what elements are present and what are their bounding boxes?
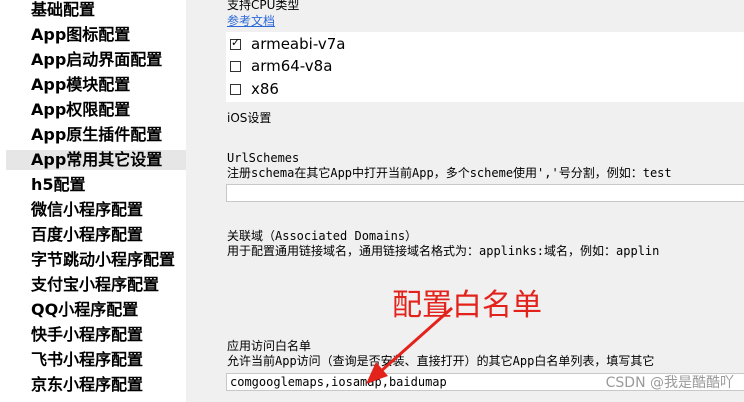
sidebar-item-h5[interactable]: h5配置 xyxy=(31,175,86,195)
settings-content: 支持CPU类型 参考文档 armeabi-v7a arm64-v8a x86 i… xyxy=(222,0,744,402)
ios-settings-title: iOS设置 xyxy=(227,111,272,125)
checkbox-icon[interactable] xyxy=(230,83,241,95)
sidebar-item-toutiao-mp[interactable]: 字节跳动小程序配置 xyxy=(31,250,175,270)
sidebar-item-alipay-mp[interactable]: 支付宝小程序配置 xyxy=(31,275,159,295)
url-schemes-title: UrlSchemes xyxy=(227,151,300,165)
sidebar-item-app-splash[interactable]: App启动界面配置 xyxy=(31,50,162,70)
cpu-option-label: armeabi-v7a xyxy=(251,35,346,53)
sidebar-item-feishu-mp[interactable]: 飞书小程序配置 xyxy=(31,350,143,370)
whitelist-title: 应用访问白名单 xyxy=(227,339,312,353)
cpu-option-x86[interactable]: x86 xyxy=(230,79,279,99)
sidebar-item-baidu-mp[interactable]: 百度小程序配置 xyxy=(31,225,143,245)
associated-domains-description: 用于配置通用链接域名，通用链接域名格式为：applinks:域名，例如：appl… xyxy=(227,244,660,258)
sidebar-item-app-other-settings[interactable]: App常用其它设置 xyxy=(6,150,186,170)
sidebar-item-app-permissions[interactable]: App权限配置 xyxy=(31,100,130,120)
cpu-option-armeabi[interactable]: armeabi-v7a xyxy=(230,34,345,54)
annotation-arrow-icon xyxy=(366,306,453,384)
associated-domains-title: 关联域（Associated Domains） xyxy=(227,229,418,243)
sidebar-item-basic[interactable]: 基础配置 xyxy=(31,0,95,20)
cpu-option-arm64[interactable]: arm64-v8a xyxy=(230,56,332,76)
sidebar-item-app-modules[interactable]: App模块配置 xyxy=(31,75,130,95)
cpu-options-panel: armeabi-v7a arm64-v8a x86 xyxy=(226,32,744,102)
url-schemes-input[interactable] xyxy=(226,184,744,202)
checkbox-icon[interactable] xyxy=(230,60,241,72)
sidebar-item-kuaishou-mp[interactable]: 快手小程序配置 xyxy=(31,325,143,345)
sidebar-item-jd-mp[interactable]: 京东小程序配置 xyxy=(31,375,143,395)
sidebar-item-qq-mp[interactable]: QQ小程序配置 xyxy=(31,300,138,320)
panel-gap xyxy=(186,0,222,402)
sidebar: 基础配置 App图标配置 App启动界面配置 App模块配置 App权限配置 A… xyxy=(0,0,187,402)
cpu-option-label: x86 xyxy=(251,80,279,98)
watermark: CSDN @我是酷酷吖 xyxy=(605,375,734,391)
cpu-option-label: arm64-v8a xyxy=(251,57,333,75)
sidebar-item-app-icon[interactable]: App图标配置 xyxy=(31,25,130,45)
url-schemes-description: 注册schema在其它App中打开当前App，多个scheme使用','号分割，… xyxy=(227,166,672,180)
sidebar-item-weixin-mp[interactable]: 微信小程序配置 xyxy=(31,200,143,220)
checkbox-checked-icon[interactable] xyxy=(230,36,241,50)
sidebar-item-app-native-plugins[interactable]: App原生插件配置 xyxy=(31,125,162,145)
reference-doc-link[interactable]: 参考文档 xyxy=(227,14,275,29)
cpu-section-title: 支持CPU类型 xyxy=(227,0,300,12)
